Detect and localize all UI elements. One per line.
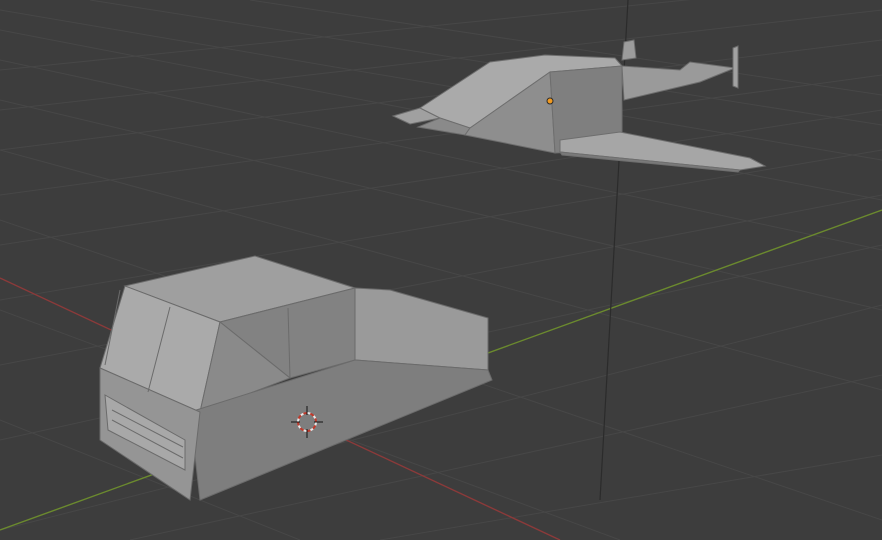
aircraft-origin-icon <box>546 97 554 105</box>
viewport-canvas[interactable] <box>0 0 882 540</box>
truck-mesh[interactable] <box>99 255 493 501</box>
3d-viewport[interactable] <box>0 0 882 540</box>
aircraft-mesh[interactable] <box>391 39 767 173</box>
